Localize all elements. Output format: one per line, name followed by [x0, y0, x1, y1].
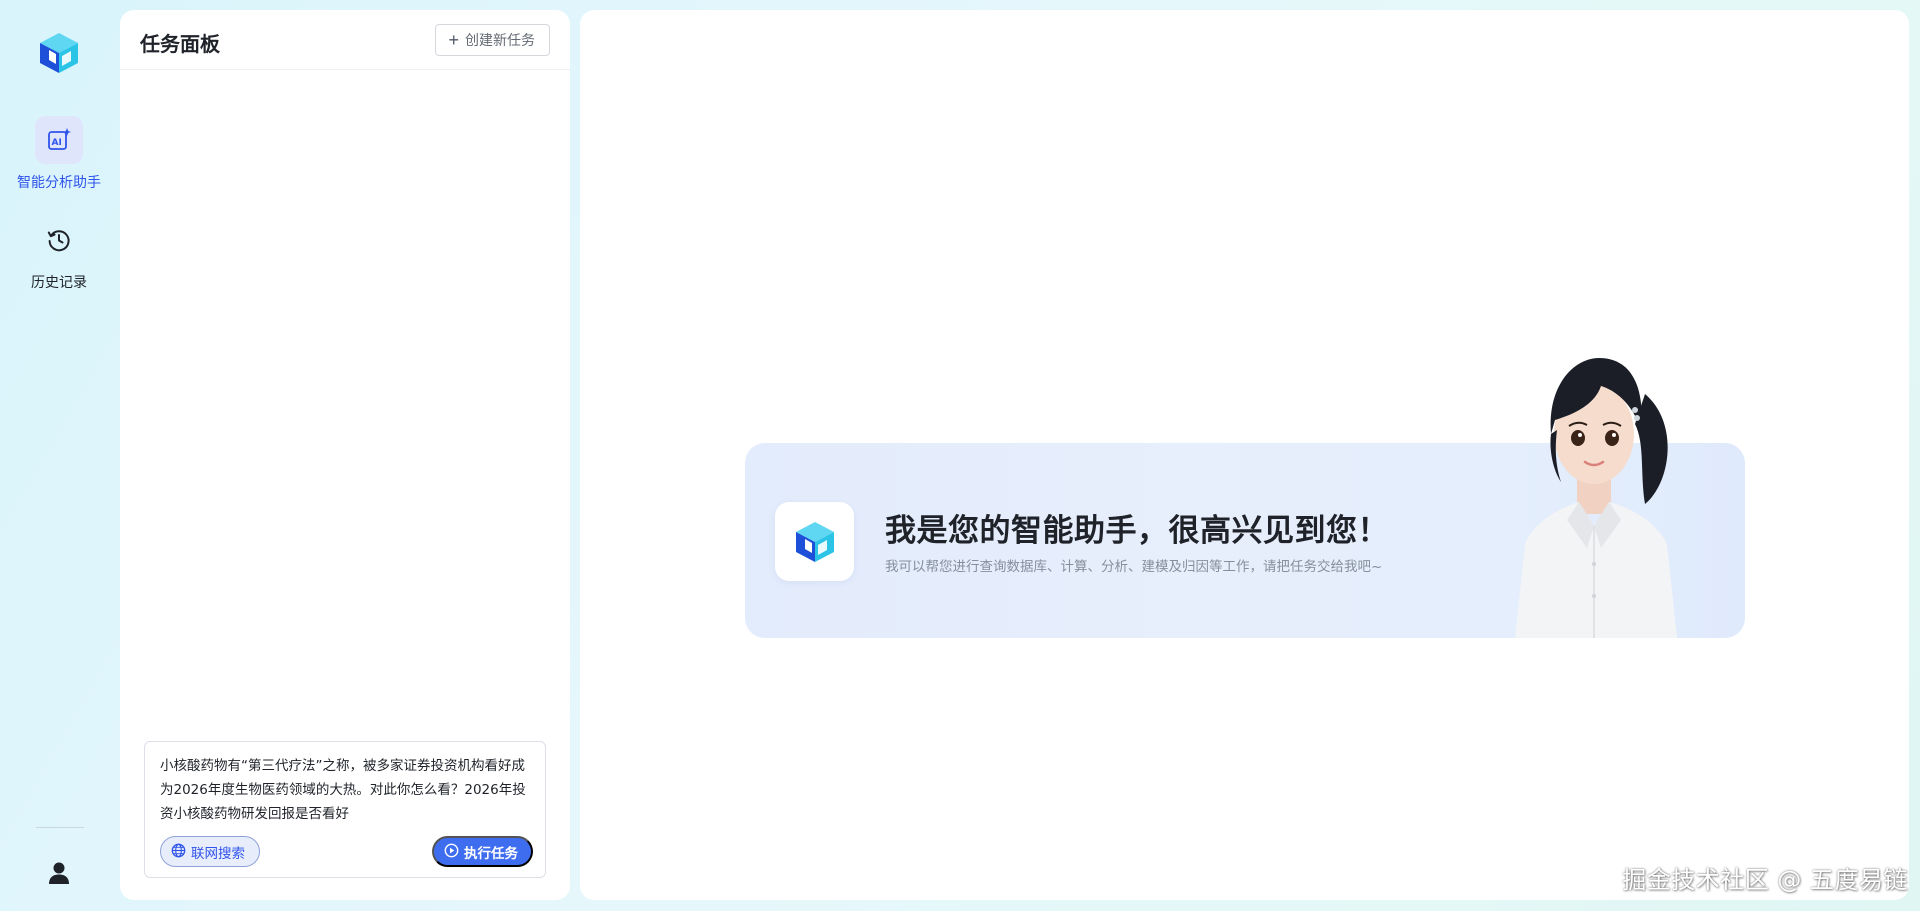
svg-text:AI: AI — [52, 138, 62, 148]
run-task-button[interactable]: 执行任务 — [432, 836, 533, 867]
welcome-title: 我是您的智能助手，很高兴见到您！ — [885, 513, 1389, 549]
task-panel: 任务面板 + 创建新任务 小核酸药物有“第三代疗法”之称，被多家证券投资机构看好… — [120, 10, 570, 900]
plus-icon: + — [448, 30, 459, 50]
assistant-avatar — [1495, 334, 1735, 638]
create-task-button[interactable]: + 创建新任务 — [435, 24, 550, 56]
cube-logo-icon — [36, 30, 82, 76]
task-composer[interactable]: 小核酸药物有“第三代疗法”之称，被多家证券投资机构看好成为2026年度生物医药领… — [144, 741, 546, 878]
create-task-label: 创建新任务 — [465, 32, 535, 48]
welcome-subtitle: 我可以帮您进行查询数据库、计算、分析、建模及归因等工作，请把任务交给我吧~ — [885, 559, 1383, 575]
nav-item-history[interactable]: 历史记录 — [0, 216, 118, 292]
nav-item-label: 智能分析助手 — [17, 175, 101, 191]
play-circle-icon — [444, 843, 459, 861]
cube-logo-icon — [775, 502, 854, 581]
nav-item-label: 历史记录 — [31, 275, 87, 291]
task-panel-header: 任务面板 + 创建新任务 — [120, 10, 570, 70]
web-search-toggle[interactable]: 联网搜索 — [160, 836, 260, 867]
ai-sparkle-icon: AI — [35, 116, 83, 164]
history-clock-icon — [35, 216, 83, 264]
main-area: 我是您的智能助手，很高兴见到您！ 我可以帮您进行查询数据库、计算、分析、建模及归… — [580, 10, 1909, 900]
nav-divider — [36, 827, 84, 828]
watermark: 掘金技术社区 @ 五度易链 — [1622, 866, 1908, 894]
globe-icon — [171, 843, 186, 861]
nav-item-smart-assistant[interactable]: AI 智能分析助手 — [0, 116, 118, 192]
task-panel-title: 任务面板 — [140, 32, 220, 56]
nav-rail: AI 智能分析助手 历史记录 — [0, 0, 118, 911]
web-search-label: 联网搜索 — [191, 845, 245, 861]
run-task-label: 执行任务 — [464, 845, 518, 861]
task-input[interactable]: 小核酸药物有“第三代疗法”之称，被多家证券投资机构看好成为2026年度生物医药领… — [160, 754, 533, 826]
user-icon[interactable] — [44, 858, 74, 888]
